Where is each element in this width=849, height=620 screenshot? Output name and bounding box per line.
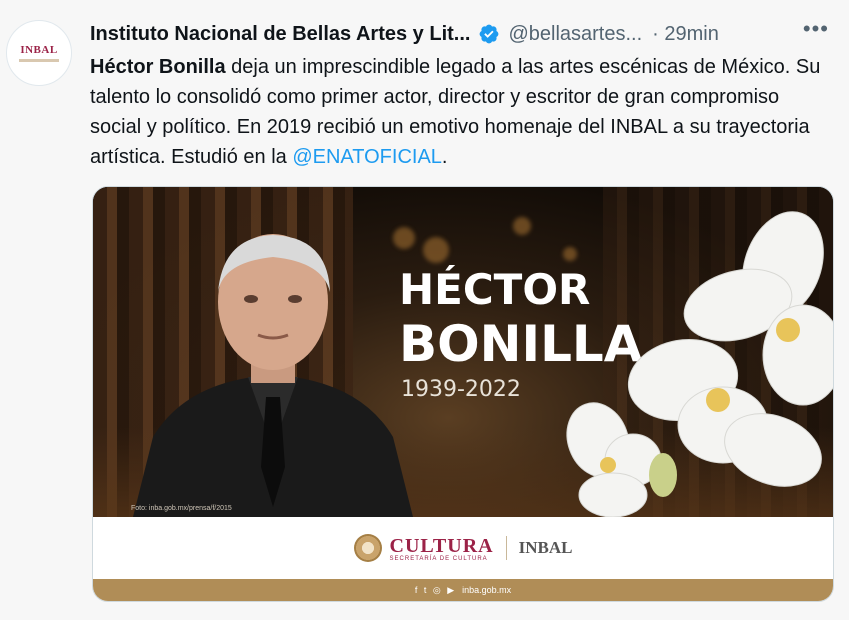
mexico-seal-icon	[353, 534, 382, 562]
time-label: 29min	[664, 22, 719, 45]
avatar-logo-rule	[19, 59, 59, 62]
cultura-logo-subtext: SECRETARÍA DE CULTURA	[389, 555, 488, 562]
website-label: inba.gob.mx	[462, 585, 512, 595]
tweet-text-bold: Héctor Bonilla	[90, 56, 226, 78]
bokeh-light	[423, 237, 449, 263]
white-orchids-illustration	[566, 211, 833, 517]
tweet-text: Héctor Bonilla deja un imprescindible le…	[90, 52, 830, 172]
logo-divider	[505, 536, 507, 560]
author-name[interactable]: Instituto Nacional de Bellas Artes y Lit…	[90, 23, 470, 46]
cultura-logo-text: CULTURA	[389, 534, 494, 557]
social-icons: f t ◎ ▶	[414, 584, 457, 595]
verified-badge-icon	[480, 24, 499, 44]
tweet-header: Instituto Nacional de Bellas Artes y Lit…	[90, 16, 837, 48]
inbal-logo-text: INBAL	[518, 538, 573, 557]
mention-link[interactable]: @ENATOFICIAL	[292, 146, 442, 168]
avatar-logo-text: INBAL	[20, 44, 58, 56]
photo-credit: Foto: inba.gob.mx/prensa/f/2015	[131, 505, 232, 512]
account-avatar[interactable]: INBAL	[6, 20, 72, 86]
tweet-timestamp[interactable]: · 29min	[652, 23, 719, 46]
more-options-icon[interactable]: •••	[803, 16, 829, 42]
bokeh-light	[513, 217, 531, 235]
portrait-figure	[133, 234, 413, 517]
media-bottom-bar: f t ◎ ▶ inba.gob.mx	[93, 579, 833, 601]
cultura-logo: CULTURA SECRETARÍA DE CULTURA	[390, 535, 494, 562]
memorial-photo: HÉCTOR BONILLA 1939-2022 Foto: inba.gob.…	[93, 187, 833, 517]
author-handle[interactable]: @bellasartes...	[508, 23, 642, 46]
tweet-text-tail: .	[441, 146, 448, 168]
media-footer-band: CULTURA SECRETARÍA DE CULTURA INBAL	[93, 517, 833, 579]
tweet-media-image[interactable]: HÉCTOR BONILLA 1939-2022 Foto: inba.gob.…	[92, 186, 834, 602]
dot-separator: ·	[652, 22, 659, 45]
memorial-years: 1939-2022	[401, 377, 521, 402]
